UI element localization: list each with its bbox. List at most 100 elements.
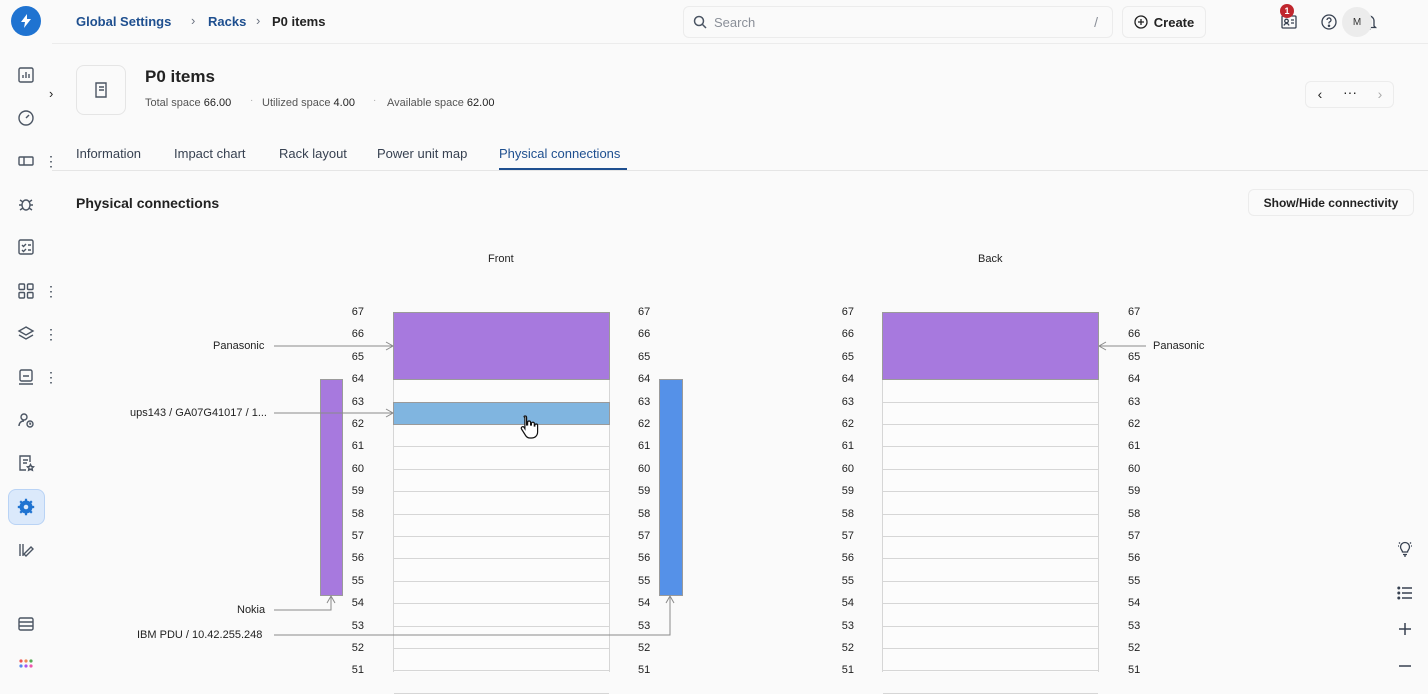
front-panasonic-device[interactable] xyxy=(393,312,610,380)
rack-unit-number: 59 xyxy=(1128,485,1141,498)
tools-icon[interactable] xyxy=(14,538,38,562)
rack-unit-number: 58 xyxy=(1128,507,1141,520)
document-star-icon[interactable] xyxy=(14,451,38,475)
avatar[interactable]: M xyxy=(1342,7,1372,37)
breadcrumb-current: P0 items xyxy=(272,14,326,29)
rack-unit-number: 66 xyxy=(1128,328,1141,341)
dashboard-icon[interactable] xyxy=(14,63,38,87)
rack-unit-number: 55 xyxy=(351,574,364,587)
cmdb-icon[interactable] xyxy=(14,365,38,389)
left-pdu-device[interactable] xyxy=(320,379,343,596)
help-icon[interactable] xyxy=(1318,11,1340,33)
next-record-button[interactable]: › xyxy=(1366,86,1394,102)
rack-unit-line xyxy=(883,580,1098,582)
list-icon[interactable] xyxy=(1393,581,1417,605)
tab-impact-chart[interactable]: Impact chart xyxy=(174,146,246,161)
rack-unit-number: 53 xyxy=(1128,619,1141,632)
tab-information[interactable]: Information xyxy=(76,146,141,161)
bug-icon[interactable] xyxy=(14,192,38,216)
rack-unit-number: 56 xyxy=(351,552,364,565)
settings-icon[interactable] xyxy=(14,495,38,519)
rack-unit-number: 57 xyxy=(351,530,364,542)
tab-power-unit-map[interactable]: Power unit map xyxy=(377,146,467,161)
search-icon xyxy=(693,15,707,29)
breadcrumb-racks[interactable]: Racks xyxy=(208,14,246,29)
rack-unit-number: 66 xyxy=(638,328,651,341)
rack-unit-number: 53 xyxy=(638,619,651,632)
ups-label[interactable]: ups143 / GA07G41017 / 1... xyxy=(130,407,267,419)
rack-unit-number: 54 xyxy=(841,597,854,610)
layers-icon[interactable] xyxy=(14,322,38,346)
rack-unit-number: 56 xyxy=(1128,552,1141,565)
rack-unit-number: 52 xyxy=(1128,642,1141,654)
create-button[interactable]: Create xyxy=(1122,6,1206,38)
rack-unit-number: 61 xyxy=(841,440,854,453)
rack-unit-number: 53 xyxy=(841,619,854,632)
right-pdu-device[interactable] xyxy=(659,379,683,596)
ticket-icon[interactable] xyxy=(14,149,38,173)
back-panasonic-device[interactable] xyxy=(882,312,1099,380)
rack-unit-line xyxy=(394,648,609,649)
previous-record-button[interactable]: ‹ xyxy=(1306,86,1334,102)
available-space-label: Available space 62.00 xyxy=(387,97,495,109)
expand-panel-icon[interactable]: › xyxy=(49,86,53,101)
ibm-pdu-label[interactable]: IBM PDU / 10.42.255.248 xyxy=(137,629,262,641)
user-clock-icon[interactable] xyxy=(14,408,38,432)
rack-unit-line xyxy=(883,424,1098,425)
rack-unit-number: 62 xyxy=(1128,418,1141,430)
more-options-button[interactable]: ··· xyxy=(1336,84,1364,100)
search-shortcut: / xyxy=(1094,14,1098,30)
rack-unit-number: 67 xyxy=(638,306,651,318)
arrow-head xyxy=(1097,341,1107,351)
rack-unit-number: 54 xyxy=(638,597,651,610)
rack-unit-number: 61 xyxy=(351,440,364,453)
lightbulb-icon[interactable] xyxy=(1393,537,1417,561)
show-hide-connectivity-button[interactable]: Show/Hide connectivity xyxy=(1248,189,1414,216)
sidebar: ⋮ ⋮ ⋮ ⋮ xyxy=(0,0,58,672)
rack-unit-line xyxy=(394,558,609,560)
panasonic-back-label[interactable]: Panasonic xyxy=(1153,340,1204,352)
grid-dots-icon[interactable] xyxy=(14,654,38,678)
gauge-icon[interactable] xyxy=(14,106,38,130)
rack-unit-number: 59 xyxy=(351,485,364,498)
rack-unit-line xyxy=(394,468,609,470)
tab-physical-connections[interactable]: Physical connections xyxy=(499,146,620,161)
rack-unit-number: 51 xyxy=(638,664,651,677)
server-icon[interactable] xyxy=(14,612,38,636)
rack-unit-line xyxy=(394,491,609,493)
rack-unit-line xyxy=(394,625,609,627)
rack-unit-line xyxy=(883,603,1098,605)
more-dots-icon[interactable]: ⋮ xyxy=(44,283,58,299)
search-input[interactable]: Search / xyxy=(683,6,1113,38)
arrow-head xyxy=(326,594,336,604)
rack-unit-line xyxy=(883,446,1098,448)
panasonic-front-label[interactable]: Panasonic xyxy=(213,340,264,352)
zoom-out-icon[interactable] xyxy=(1393,654,1417,678)
rack-unit-number: 65 xyxy=(1128,350,1141,363)
tab-rack-layout[interactable]: Rack layout xyxy=(279,146,347,161)
rack-unit-number: 62 xyxy=(841,418,854,430)
checklist-icon[interactable] xyxy=(14,235,38,259)
more-dots-icon[interactable]: ⋮ xyxy=(44,153,58,169)
zoom-in-icon[interactable] xyxy=(1393,617,1417,641)
front-rack-label: Front xyxy=(488,253,514,265)
rack-unit-number: 63 xyxy=(351,395,364,408)
rack-unit-number: 57 xyxy=(1128,530,1141,542)
bolt-logo-icon[interactable] xyxy=(11,6,41,36)
rack-unit-line xyxy=(394,513,609,515)
rack-unit-number: 64 xyxy=(841,373,854,386)
more-dots-icon[interactable]: ⋮ xyxy=(44,369,58,385)
front-ups-device[interactable] xyxy=(393,402,610,425)
rack-unit-number: 59 xyxy=(841,485,854,498)
rack-unit-number: 63 xyxy=(841,395,854,408)
rack-document-icon xyxy=(76,65,126,115)
more-dots-icon[interactable]: ⋮ xyxy=(44,326,58,342)
rack-unit-number: 64 xyxy=(1128,373,1141,386)
breadcrumb-global-settings[interactable]: Global Settings xyxy=(76,14,171,29)
rack-unit-number: 65 xyxy=(351,350,364,363)
meta-separator: · xyxy=(250,95,254,106)
apps-icon[interactable] xyxy=(14,279,38,303)
nokia-label[interactable]: Nokia xyxy=(237,604,265,616)
rack-unit-line xyxy=(883,670,1098,672)
rack-unit-line xyxy=(883,468,1098,470)
